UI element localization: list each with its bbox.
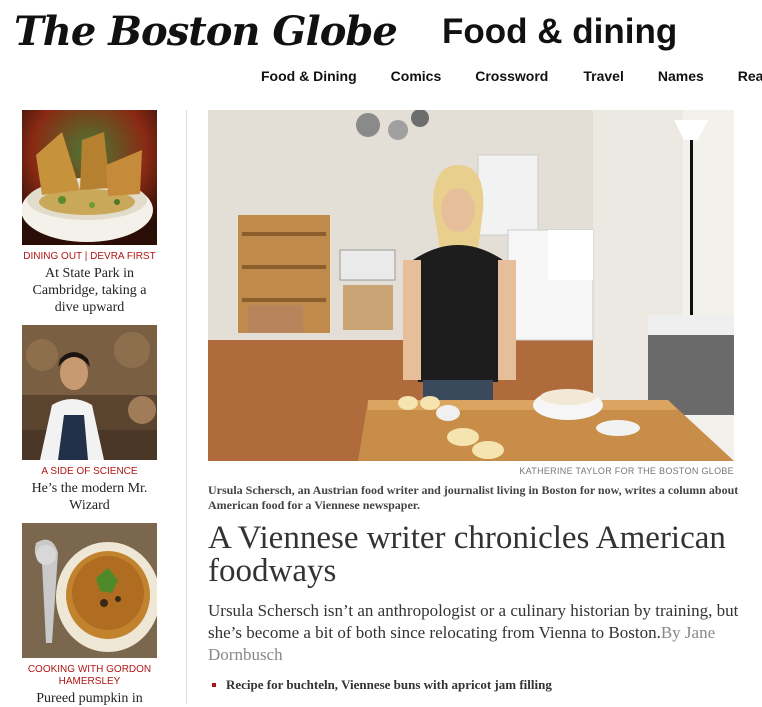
story-kicker[interactable]: COOKING WITH GORDON HAMERSLEY: [22, 664, 157, 688]
lead-story-photo[interactable]: [208, 110, 734, 461]
lead-dek-text: Ursula Schersch isn’t an anthropologist …: [208, 601, 739, 642]
bread-bowl-thumbnail[interactable]: [22, 110, 157, 245]
story-kicker[interactable]: A SIDE OF SCIENCE: [22, 466, 157, 478]
sidebar-story[interactable]: COOKING WITH GORDON HAMERSLEY Pureed pum…: [22, 523, 157, 707]
nav-item-real-estate[interactable]: Real: [738, 68, 762, 84]
related-link[interactable]: Recipe for buchteln, Viennese buns with …: [208, 677, 753, 693]
masthead-logo[interactable]: The Boston Globe: [14, 8, 398, 55]
nav-item-crossword[interactable]: Crossword: [475, 68, 548, 84]
section-title: Food & dining: [442, 12, 678, 51]
sidebar-story[interactable]: DINING OUT | DEVRA FIRST At State Park i…: [22, 110, 157, 316]
sidebar-story[interactable]: A SIDE OF SCIENCE He’s the modern Mr. Wi…: [22, 325, 157, 514]
chef-portrait-thumbnail[interactable]: [22, 325, 157, 460]
story-headline[interactable]: He’s the modern Mr. Wizard: [22, 480, 157, 514]
lead-summary: Ursula Schersch isn’t an anthropologist …: [208, 600, 753, 666]
lead-headline[interactable]: A Viennese writer chronicles American fo…: [208, 522, 753, 588]
top-nav: Food & Dining Comics Crossword Travel Na…: [261, 68, 762, 84]
column-divider: [186, 110, 187, 704]
story-headline[interactable]: At State Park in Cambridge, taking a div…: [22, 265, 157, 316]
photo-credit: KATHERINE TAYLOR FOR THE BOSTON GLOBE: [519, 466, 734, 476]
nav-item-food-dining[interactable]: Food & Dining: [261, 68, 357, 84]
nav-item-travel[interactable]: Travel: [583, 68, 623, 84]
story-kicker[interactable]: DINING OUT | DEVRA FIRST: [22, 251, 157, 263]
bullet-icon: [212, 683, 216, 688]
pumpkin-soup-thumbnail[interactable]: [22, 523, 157, 658]
photo-caption: Ursula Schersch, an Austrian food writer…: [208, 483, 739, 512]
story-headline[interactable]: Pureed pumpkin in: [22, 690, 157, 707]
nav-item-comics[interactable]: Comics: [391, 68, 442, 84]
nav-item-names[interactable]: Names: [658, 68, 704, 84]
related-link-text[interactable]: Recipe for buchteln, Viennese buns with …: [226, 677, 552, 692]
